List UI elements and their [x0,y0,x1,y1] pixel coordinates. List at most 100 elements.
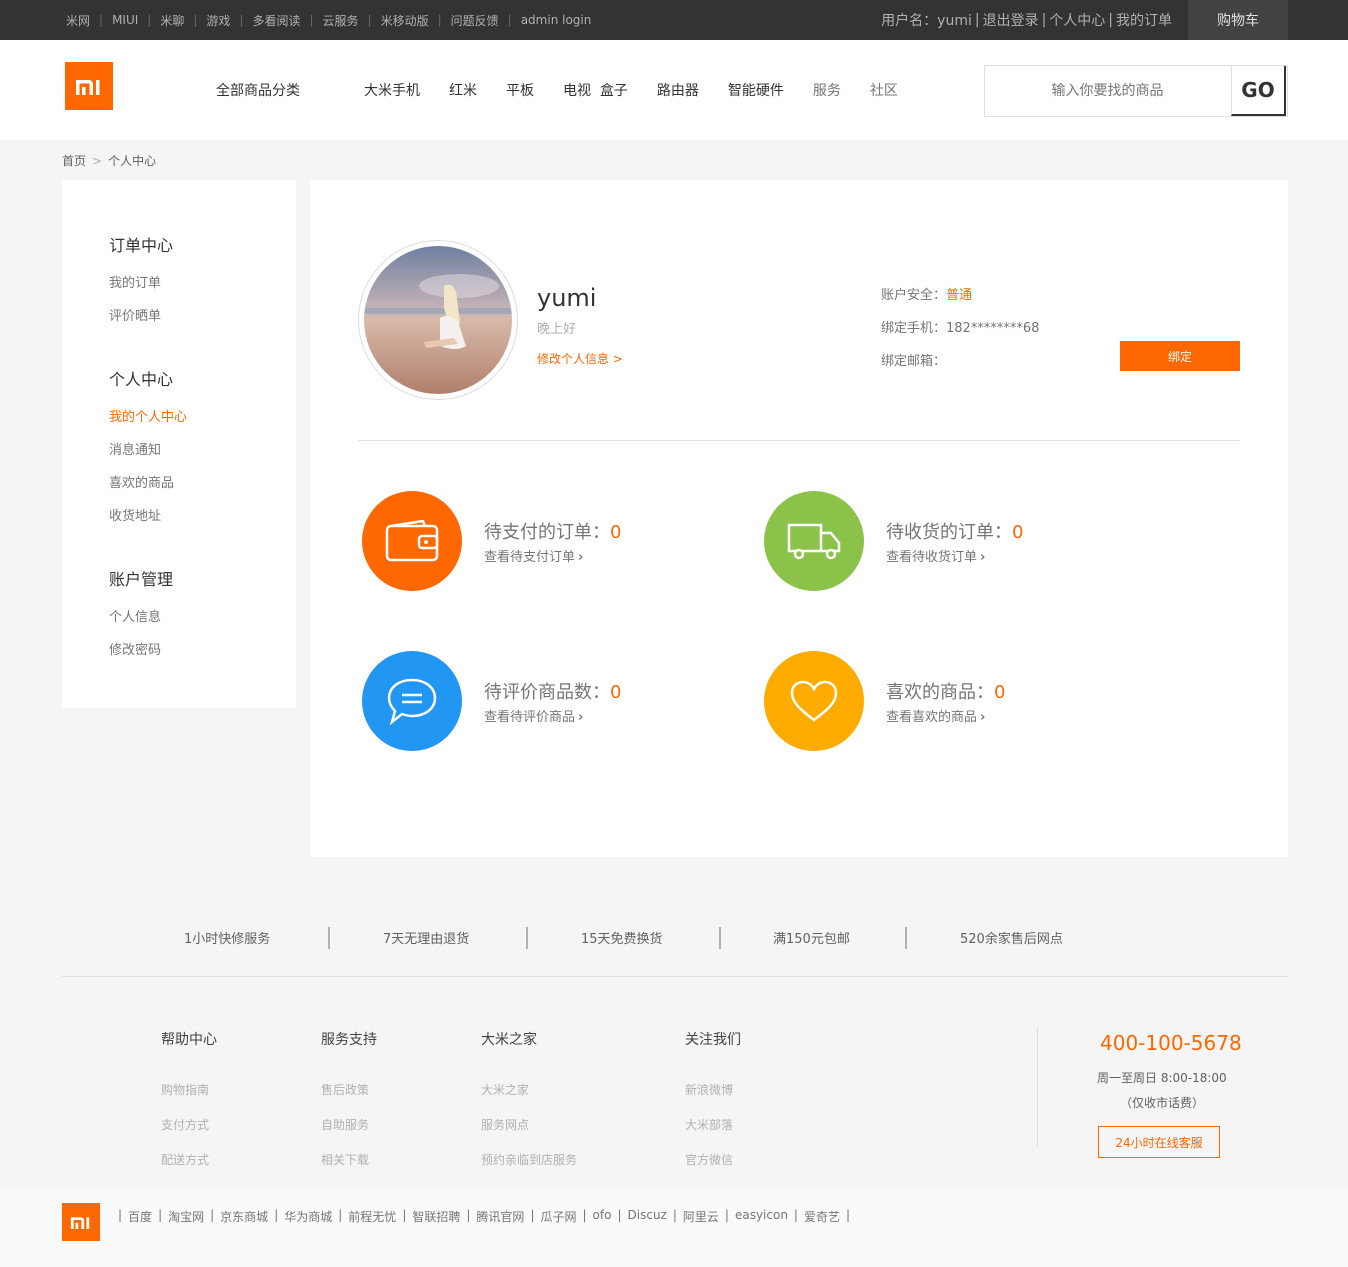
service-item[interactable]: 15天免费换货 [581,928,663,947]
top-link-mobile[interactable]: 米移动版 [381,12,429,29]
truck-icon[interactable] [764,491,864,591]
sidebar-item-reviews[interactable]: 评价晒单 [109,307,296,340]
footer-link[interactable]: 大米部落 [685,1116,741,1151]
stat-title: 喜欢的商品：0 [886,682,1006,703]
footer-link[interactable]: 新浪微博 [685,1081,741,1116]
footer-link[interactable]: 自助服务 [321,1116,377,1151]
footer-link[interactable]: 相关下载 [321,1151,377,1186]
my-orders-link[interactable]: 我的订单 [1116,10,1172,30]
stat-pending-delivery: 待收货的订单：0 查看待收货订单 › [764,491,1144,591]
partner-link[interactable]: 阿里云 [683,1208,719,1225]
view-pending-delivery-link[interactable]: 查看待收货订单 › [886,546,985,565]
nav-item-tv[interactable]: 电视 盒子 [563,80,628,100]
sidebar-item-my-orders[interactable]: 我的订单 [109,274,296,307]
chevron-right-icon: › [578,710,584,725]
view-pending-payment-link[interactable]: 查看待支付订单 › [484,546,583,565]
partner-link[interactable]: ofo [593,1208,612,1225]
nav-item-community[interactable]: 社区 [870,80,898,100]
footer-link[interactable]: 服务网点 [481,1116,577,1151]
breadcrumb-separator: > [92,154,103,168]
footer-link[interactable]: 售后政策 [321,1081,377,1116]
top-link-miwang[interactable]: 米网 [66,12,90,29]
footer-col-title: 大米之家 [481,1032,537,1048]
partner-link[interactable]: 华为商城 [284,1208,332,1225]
stat-title: 待支付的订单：0 [484,522,622,543]
top-link-games[interactable]: 游戏 [206,12,230,29]
top-link-miliao[interactable]: 米聊 [160,12,184,29]
footer-link[interactable]: 大米之家 [481,1081,577,1116]
footer-col-home: 大米之家 大米之家 服务网点 预约亲临到店服务 [481,1029,577,1186]
nav-item-service[interactable]: 服务 [813,80,841,100]
sidebar-group-title: 订单中心 [109,236,174,255]
service-hours: 周一至周日 8:00-18:00 [1097,1071,1227,1085]
service-item[interactable]: 7天无理由退货 [383,928,469,947]
top-link-cloud[interactable]: 云服务 [323,12,359,29]
wallet-icon[interactable] [362,491,462,591]
partner-link[interactable]: 瓜子网 [540,1208,576,1225]
sidebar-item-personal-info[interactable]: 个人信息 [109,608,296,641]
comment-icon[interactable] [362,651,462,751]
security-label: 账户安全： [881,288,947,303]
partner-link[interactable]: 爱奇艺 [804,1208,840,1225]
sidebar-group-title: 个人中心 [109,370,174,389]
stat-favorites: 喜欢的商品：0 查看喜欢的商品 › [764,651,1144,751]
contact-divider [1037,1027,1038,1147]
edit-profile-link[interactable]: 修改个人信息 > [537,350,623,367]
partner-link[interactable]: 前程无忧 [348,1208,396,1225]
sidebar-item-my-center[interactable]: 我的个人中心 [109,408,296,441]
sidebar-group-orders: 订单中心 我的订单 评价晒单 [109,232,296,340]
sidebar-item-favorites[interactable]: 喜欢的商品 [109,474,296,507]
heart-icon[interactable] [764,651,864,751]
service-item[interactable]: 520余家售后网点 [960,928,1063,947]
partner-link[interactable]: 百度 [128,1208,152,1225]
top-link-miui[interactable]: MIUI [112,13,138,27]
nav-item-phone[interactable]: 大米手机 [364,80,420,100]
avatar[interactable] [358,240,518,400]
personal-center-link[interactable]: 个人中心 [1049,10,1105,30]
footer-link[interactable]: 官方微信 [685,1151,741,1186]
mi-logo[interactable] [62,1203,100,1241]
footer-link[interactable]: 配送方式 [161,1151,217,1186]
view-pending-review-link[interactable]: 查看待评价商品 › [484,706,583,725]
bind-email-button[interactable]: 绑定 [1120,341,1240,371]
sidebar-group-title: 账户管理 [109,570,174,589]
partner-link[interactable]: Discuz [628,1208,667,1225]
logout-link[interactable]: 退出登录 [983,10,1039,30]
top-link-duokan[interactable]: 多看阅读 [252,12,300,29]
view-favorites-link[interactable]: 查看喜欢的商品 › [886,706,985,725]
top-link-feedback[interactable]: 问题反馈 [451,12,499,29]
partner-link[interactable]: 淘宝网 [168,1208,204,1225]
search-input[interactable] [985,66,1230,116]
partner-link[interactable]: easyicon [735,1208,788,1225]
sidebar-item-addresses[interactable]: 收货地址 [109,507,296,540]
footer-link[interactable]: 支付方式 [161,1116,217,1151]
mi-logo[interactable] [65,62,113,110]
breadcrumb-home[interactable]: 首页 [62,154,86,168]
online-service-button[interactable]: 24小时在线客服 [1098,1126,1220,1158]
sidebar: 订单中心 我的订单 评价晒单 个人中心 我的个人中心 消息通知 喜欢的商品 收货… [62,180,296,708]
stat-title: 待评价商品数：0 [484,682,622,703]
footer-col-support: 服务支持 售后政策 自助服务 相关下载 [321,1029,377,1186]
sidebar-item-change-password[interactable]: 修改密码 [109,641,296,674]
main-panel: yumi 晚上好 修改个人信息 > 账户安全：普通 绑定手机：182******… [310,180,1288,857]
sidebar-item-notifications[interactable]: 消息通知 [109,441,296,474]
partner-link[interactable]: 智联招聘 [412,1208,460,1225]
footer-link[interactable]: 购物指南 [161,1081,217,1116]
search-go-button[interactable]: GO [1231,66,1286,116]
footer-link[interactable]: 预约亲临到店服务 [481,1151,577,1186]
nav-item-tablet[interactable]: 平板 [506,80,534,100]
service-item[interactable]: 1小时快修服务 [184,928,270,947]
nav-item-redmi[interactable]: 红米 [449,80,477,100]
bottom-bar: | 百度 | 淘宝网 | 京东商城 | 华为商城 | 前程无忧 | 智联招聘 | 腾讯官网 |… [0,1188,1348,1267]
stat-count: 0 [994,682,1006,703]
nav-item-smart-hardware[interactable]: 智能硬件 [728,80,784,100]
top-link-admin-login[interactable]: admin login [521,13,592,27]
bound-phone: 绑定手机：182********68 [881,321,1040,336]
all-categories-link[interactable]: 全部商品分类 [216,40,300,140]
partner-link[interactable]: 腾讯官网 [476,1208,524,1225]
partner-link[interactable]: 京东商城 [220,1208,268,1225]
service-item[interactable]: 满150元包邮 [773,928,850,947]
partner-links: | 百度 | 淘宝网 | 京东商城 | 华为商城 | 前程无忧 | 智联招聘 | 腾讯官网 |… [118,1208,851,1225]
nav-item-router[interactable]: 路由器 [657,80,699,100]
cart-button[interactable]: 购物车 [1188,0,1288,40]
